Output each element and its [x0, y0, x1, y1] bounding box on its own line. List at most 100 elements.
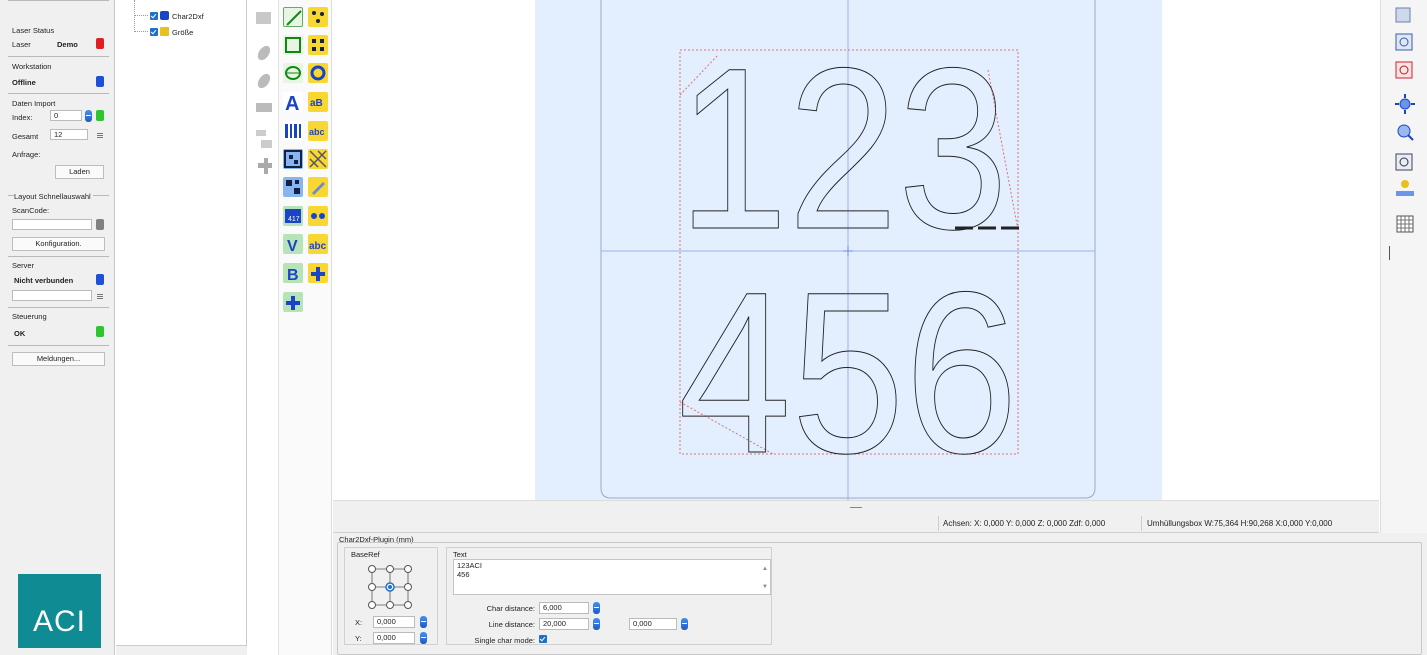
variable-tool-icon[interactable]: V: [283, 234, 303, 255]
plugin-tool-icon[interactable]: [308, 263, 328, 283]
laden-button[interactable]: Laden: [55, 165, 104, 179]
extra-distance-stepper[interactable]: [681, 618, 688, 630]
status-divider: [938, 516, 939, 531]
view-tools[interactable]: [1393, 6, 1417, 241]
zoom-selection-icon: [1395, 61, 1413, 79]
layout-title: Layout Schnellauswahl: [14, 192, 93, 201]
pdf417-tool-icon[interactable]: 417: [283, 206, 303, 226]
plugin-panel: Char2Dxf-Plugin (mm) BaseRef X: 0,000 Y:…: [333, 533, 1427, 655]
svg-text:aB: aB: [310, 98, 323, 109]
y-input[interactable]: 0,000: [373, 632, 415, 644]
aci-logo: ACI: [18, 574, 101, 648]
workstation-title: Workstation: [12, 62, 52, 71]
baseref-group: BaseRef X: 0,000 Y: 0,000: [344, 547, 438, 645]
grid-tool-icon[interactable]: [308, 35, 328, 55]
workstation-led: [96, 76, 104, 87]
x-label: X:: [355, 618, 363, 627]
laser-led: [96, 38, 104, 49]
scancode-label: ScanCode:: [12, 206, 50, 215]
tree-item-label: Char2Dxf: [172, 12, 204, 21]
line-distance-input[interactable]: 20,000: [539, 618, 589, 630]
index-label: Index:: [12, 113, 33, 122]
mirror-text-icon[interactable]: aB: [308, 92, 328, 112]
plugin-green-icon[interactable]: [283, 292, 303, 312]
text-line-1: 123ACI: [457, 561, 483, 570]
zoom-fit-icon: [1395, 33, 1413, 51]
ellipse-tool-icon[interactable]: [283, 63, 303, 83]
glyph-line-2[interactable]: 456: [678, 244, 1019, 502]
wave-text-icon[interactable]: abc: [308, 234, 328, 254]
scroll-down-icon[interactable]: ▼: [762, 584, 768, 590]
checkbox-icon[interactable]: [150, 12, 158, 20]
axes-readout: Achsen: X: 0,000 Y: 0,000 Z: 0,000 Zdf: …: [943, 519, 1106, 528]
x-stepper[interactable]: [420, 616, 427, 628]
checkbox-icon[interactable]: [150, 28, 158, 36]
plugin-frame: BaseRef X: 0,000 Y: 0,000 Text 123ACI 45…: [337, 542, 1422, 655]
server-led: [96, 274, 104, 285]
index-input[interactable]: 0: [50, 110, 82, 121]
top-separator: [8, 0, 109, 1]
text-tool-icon[interactable]: A: [283, 92, 303, 115]
konfiguration-button[interactable]: Konfiguration.: [12, 237, 105, 251]
baseref-selector[interactable]: [367, 564, 413, 610]
char-distance-stepper[interactable]: [593, 602, 600, 614]
tree-item-label: Größe: [172, 28, 194, 37]
hatch-tool-icon[interactable]: [308, 149, 328, 169]
glyph-line-1[interactable]: 123: [678, 20, 1009, 278]
status-divider: [1141, 516, 1142, 531]
barcode-tool-icon[interactable]: [283, 121, 303, 141]
points-tool-icon[interactable]: [308, 7, 328, 27]
line-distance-stepper[interactable]: [593, 618, 600, 630]
text-input[interactable]: 123ACI 456 ▲ ▼: [453, 559, 771, 595]
steuerung-title: Steuerung: [12, 312, 47, 321]
line-distance-label: Line distance:: [488, 620, 535, 629]
tree-scrollbar[interactable]: [116, 645, 247, 655]
list-icon[interactable]: [97, 294, 103, 299]
datamatrix-tool-icon[interactable]: [283, 149, 303, 169]
rotate-tool-icon[interactable]: [308, 63, 328, 83]
char-distance-input[interactable]: 6,000: [539, 602, 589, 614]
server-title: Server: [12, 261, 35, 270]
move-tool-icon[interactable]: [308, 206, 328, 226]
y-stepper[interactable]: [420, 632, 427, 644]
pen-tool-icon[interactable]: [308, 177, 328, 197]
layout-tree: Char2Dxf Größe: [116, 0, 247, 655]
baseref-label: BaseRef: [351, 550, 380, 559]
splitter-grip[interactable]: [850, 507, 862, 508]
drawing-canvas[interactable]: 123 456: [333, 0, 1379, 502]
text-label: Text: [453, 550, 467, 559]
tree-line: [134, 15, 148, 16]
x-input[interactable]: 0,000: [373, 616, 415, 628]
daten-import-title: Daten Import: [12, 99, 56, 108]
laser-label: Laser: [12, 40, 31, 49]
canvas-drawing[interactable]: 123 456: [333, 0, 1379, 502]
scroll-up-icon[interactable]: ▲: [762, 566, 768, 572]
rectangle-tool-icon[interactable]: [283, 35, 303, 55]
list-icon[interactable]: [97, 133, 103, 138]
svg-text:V: V: [287, 238, 298, 254]
extra-distance-input[interactable]: 0,000: [629, 618, 677, 630]
line-tool-icon[interactable]: [283, 7, 303, 27]
gesamt-input[interactable]: 12: [50, 129, 88, 140]
scroll-indicator[interactable]: [1389, 246, 1390, 260]
gesamt-label: Gesamt: [12, 132, 39, 141]
index-stepper[interactable]: [85, 110, 92, 122]
arc-text-icon[interactable]: abc: [308, 121, 328, 141]
bitmap-tool-icon[interactable]: B: [283, 263, 303, 284]
single-char-checkbox[interactable]: [539, 635, 547, 643]
zoom-icon: [1395, 7, 1411, 23]
separator: [8, 93, 109, 94]
server-input[interactable]: [12, 290, 92, 301]
separator: [8, 256, 109, 257]
char-distance-label: Char distance:: [486, 604, 535, 613]
user-view-icon: [1396, 180, 1414, 196]
scancode-input[interactable]: [12, 219, 92, 230]
gray-tools[interactable]: [254, 8, 274, 178]
qr-tool-icon[interactable]: [283, 177, 303, 197]
panel-splitter[interactable]: [333, 500, 1379, 514]
meldungen-button[interactable]: Meldungen...: [12, 352, 105, 366]
svg-text:abc: abc: [309, 127, 325, 137]
single-char-label: Single char mode:: [474, 636, 535, 645]
separator: [8, 307, 109, 308]
status-panel: Laser Status Laser Demo Workstation Offl…: [0, 0, 115, 655]
